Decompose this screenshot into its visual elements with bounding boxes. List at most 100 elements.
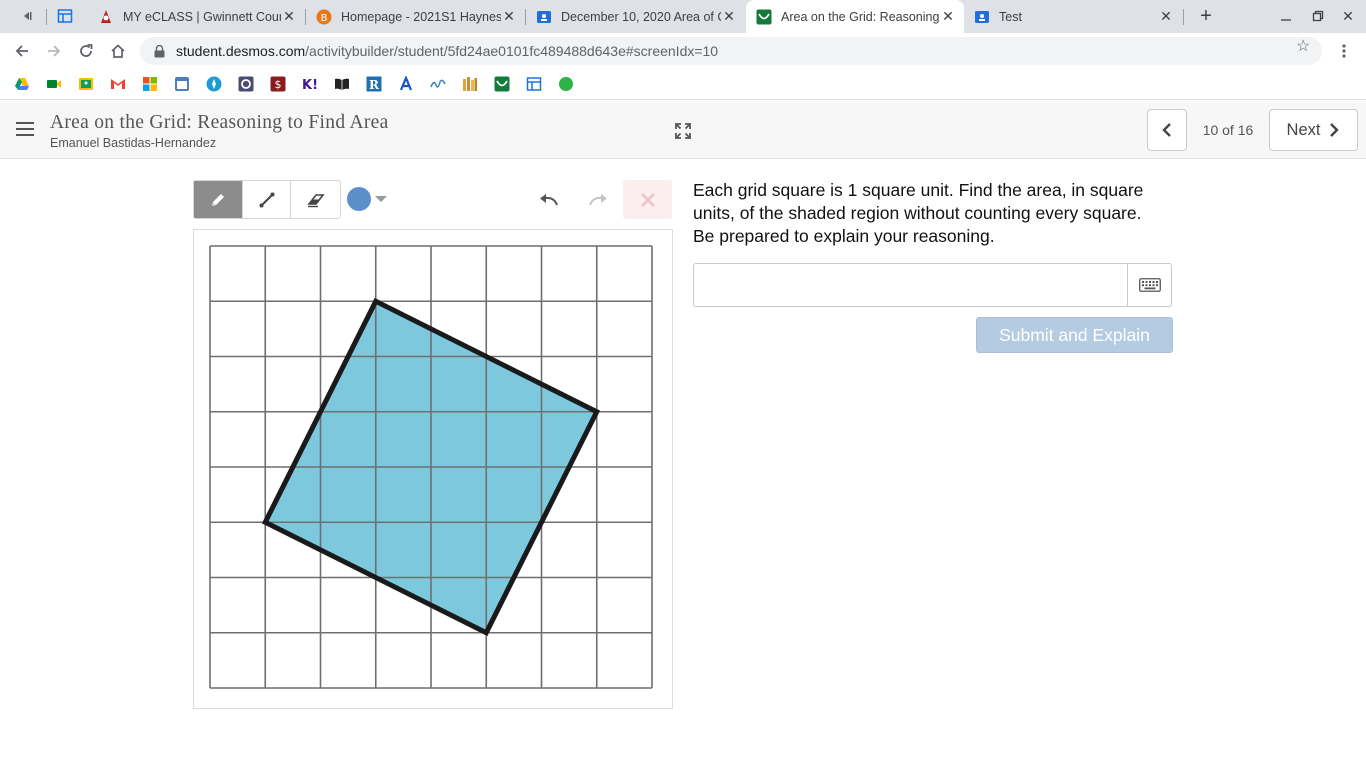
tab-title: Test (999, 9, 1022, 24)
bookmark-star-icon[interactable]: ☆ (1296, 39, 1312, 55)
tab-separator (1183, 9, 1184, 25)
layout-icon[interactable] (526, 76, 542, 92)
student-name: Emanuel Bastidas-Hernandez (50, 136, 217, 150)
back-arrow-icon[interactable] (9, 38, 35, 64)
submit-and-explain-button[interactable]: Submit and Explain (976, 317, 1173, 353)
browser-tab[interactable]: MY eCLASS | Gwinnett Count ✕ (90, 0, 305, 33)
tab-title: Area on the Grid: Reasoning t (781, 9, 940, 24)
screen-counter: 10 of 16 (1202, 122, 1254, 138)
eclass-icon (98, 9, 114, 25)
browser-tabstrip: MY eCLASS | Gwinnett Count ✕ B Homepage … (0, 0, 1366, 33)
math-keyboard-button[interactable] (1127, 264, 1171, 306)
next-screen-button[interactable]: Next (1269, 109, 1358, 151)
desmos-bookmark-icon[interactable] (494, 76, 510, 92)
close-icon[interactable]: ✕ (721, 8, 737, 25)
bookmarks-bar: $ K! R (0, 69, 1366, 100)
tab-search-icon[interactable] (52, 3, 78, 29)
redo-button[interactable] (584, 185, 614, 215)
microsoft-icon[interactable] (142, 76, 158, 92)
color-swatch (347, 187, 371, 211)
kahoot-icon[interactable]: K! (302, 76, 318, 92)
activity-header: Area on the Grid: Reasoning to Find Area… (0, 101, 1366, 159)
browser-tab-active[interactable]: Area on the Grid: Reasoning t ✕ (746, 0, 964, 33)
restore-icon[interactable] (1307, 6, 1329, 26)
tab-scroll-back-icon[interactable] (14, 3, 40, 29)
compass-icon[interactable] (206, 76, 222, 92)
brightspace-icon: B (316, 9, 332, 25)
address-bar[interactable]: student.desmos.com/activitybuilder/stude… (140, 37, 1322, 65)
undo-button[interactable] (533, 185, 563, 215)
forward-arrow-icon[interactable] (41, 38, 67, 64)
chevron-left-icon (1162, 123, 1171, 137)
browser-tab[interactable]: B Homepage - 2021S1 Haynes ✕ (308, 0, 525, 33)
app-a-icon[interactable] (398, 76, 414, 92)
undo-icon (540, 194, 558, 206)
answer-field[interactable] (693, 263, 1172, 307)
question-prompt: Each grid square is 1 square unit. Find … (693, 180, 1144, 246)
wave-icon[interactable] (430, 76, 446, 92)
sketch-canvas[interactable] (193, 229, 673, 709)
chevron-right-icon (1330, 123, 1340, 137)
book-icon[interactable] (334, 76, 350, 92)
quizlet-icon[interactable] (238, 76, 254, 92)
grid-graph (209, 245, 653, 689)
gmail-icon[interactable] (110, 76, 126, 92)
next-label: Next (1286, 120, 1321, 139)
readworks-icon[interactable]: R (366, 76, 382, 92)
reload-icon[interactable] (73, 38, 99, 64)
green-circle-icon[interactable] (558, 76, 574, 92)
browser-tab[interactable]: Test ✕ (966, 0, 1182, 33)
tab-separator (525, 9, 526, 25)
close-window-icon[interactable]: ✕ (1337, 6, 1359, 26)
browser-toolbar: student.desmos.com/activitybuilder/stude… (0, 33, 1366, 69)
library-icon[interactable] (462, 76, 478, 92)
eraser-tool-button[interactable] (291, 181, 340, 218)
drive-icon[interactable] (14, 76, 30, 92)
tab-title: MY eCLASS | Gwinnett Count (123, 9, 281, 24)
close-icon[interactable]: ✕ (1158, 8, 1174, 25)
svg-text:K!: K! (302, 78, 318, 92)
caret-down-icon (375, 196, 387, 202)
keyboard-icon (1138, 278, 1161, 292)
tab-title: December 10, 2020 Area of C (561, 9, 721, 24)
desmos-icon (756, 9, 772, 25)
more-menu-icon[interactable] (1331, 38, 1357, 64)
grid-lines (209, 245, 653, 689)
redo-icon (589, 194, 607, 206)
color-picker[interactable] (347, 187, 389, 211)
close-icon[interactable]: ✕ (501, 8, 517, 25)
url-host: student.desmos.com (176, 43, 306, 59)
answer-input[interactable] (694, 264, 1128, 306)
meet-icon[interactable] (46, 76, 62, 92)
eraser-icon (307, 193, 325, 207)
line-icon (259, 192, 274, 207)
minimize-icon[interactable] (1275, 6, 1297, 26)
tab-separator (46, 9, 47, 25)
close-icon[interactable]: ✕ (281, 8, 297, 25)
clear-sketch-button[interactable] (623, 180, 672, 219)
svg-text:R: R (369, 78, 380, 92)
browser-tab[interactable]: December 10, 2020 Area of C ✕ (528, 0, 745, 33)
close-icon (640, 192, 655, 207)
svg-text:$: $ (275, 78, 282, 91)
svg-text:B: B (321, 13, 328, 24)
lock-icon[interactable] (154, 44, 168, 58)
dollar-app-icon[interactable]: $ (270, 76, 286, 92)
url-path: /activitybuilder/student/5fd24ae0101fc48… (305, 43, 719, 59)
classroom-bookmark-icon[interactable] (78, 76, 94, 92)
new-tab-icon[interactable]: + (1195, 5, 1217, 27)
line-tool-button[interactable] (243, 181, 292, 218)
calendar-icon[interactable] (174, 76, 190, 92)
fullscreen-icon[interactable] (674, 122, 692, 140)
tab-title: Homepage - 2021S1 Haynes (341, 9, 501, 24)
hamburger-menu-icon[interactable] (16, 122, 34, 136)
previous-screen-button[interactable] (1147, 109, 1187, 151)
home-icon[interactable] (105, 38, 131, 64)
tab-separator (305, 9, 306, 25)
classroom-icon (974, 9, 990, 25)
pencil-tool-button[interactable] (194, 181, 243, 218)
activity-title: Area on the Grid: Reasoning to Find Area (50, 112, 389, 133)
close-icon[interactable]: ✕ (940, 8, 956, 25)
pencil-icon (211, 193, 224, 206)
sketch-tool-group (193, 180, 341, 219)
